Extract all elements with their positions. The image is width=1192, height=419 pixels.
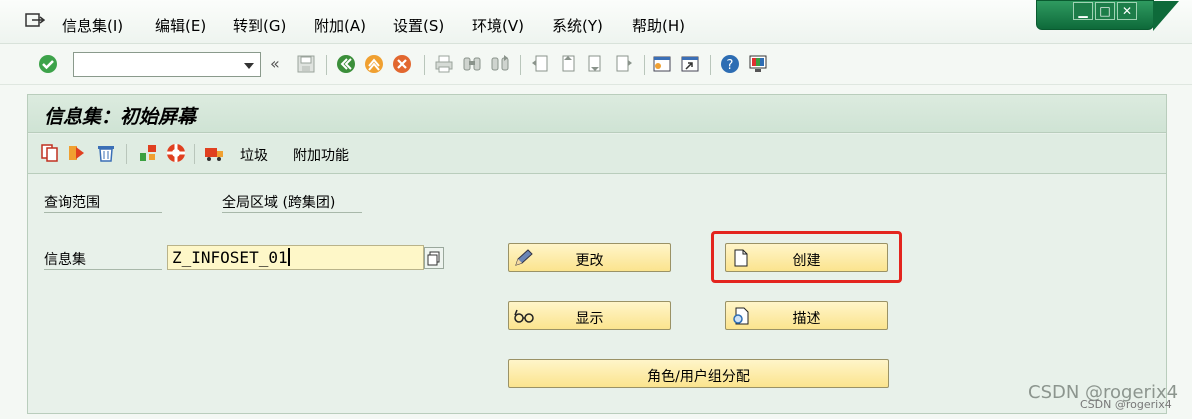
trash-icon[interactable] [96,143,116,163]
shortcut-icon[interactable] [680,54,700,74]
first-page-icon[interactable] [530,54,550,74]
separator [710,55,711,75]
close-icon[interactable]: ✕ [1117,2,1137,20]
text-caret [287,248,290,266]
maximize-icon[interactable]: □ [1095,2,1115,20]
application-toolbar: 垃圾 附加功能 [28,134,1166,174]
separator [644,55,645,75]
infoset-input[interactable]: Z_INFOSET_01 [167,245,424,270]
change-button[interactable]: 更改 [508,243,671,272]
minimize-icon[interactable]: ▁ [1073,2,1093,20]
menu-environment[interactable]: 环境(V) [472,15,524,36]
cancel-icon[interactable] [392,54,412,74]
command-field[interactable] [73,52,261,77]
extras-button[interactable]: 附加功能 [293,145,349,165]
structure-icon[interactable] [138,143,158,163]
infoset-label: 信息集 [44,252,86,268]
menu-settings[interactable]: 设置(S) [393,15,444,36]
save-icon[interactable] [296,54,316,74]
enter-icon[interactable] [38,54,58,74]
transport-icon[interactable] [204,143,224,163]
divider [44,212,162,213]
copy-icon[interactable] [40,143,60,163]
exit-icon[interactable] [364,54,384,74]
value-help-button[interactable] [424,247,444,269]
print-icon[interactable] [434,54,454,74]
highlight-box [711,231,902,283]
new-session-icon[interactable] [652,54,672,74]
separator [194,144,195,164]
chevron-down-icon[interactable] [244,63,254,69]
divider [44,269,162,270]
describe-button[interactable]: 描述 [725,301,888,330]
prev-page-icon[interactable] [558,54,578,74]
menu-goto[interactable]: 转到(G) [233,15,286,36]
lifebuoy-icon[interactable] [166,143,186,163]
query-area-value: 全局区域 (跨集团) [222,195,336,211]
collapse-icon[interactable]: « [270,54,280,73]
role-assign-label: 角色/用户组分配 [647,369,750,385]
svg-text:?: ? [727,58,734,73]
menu-system[interactable]: 系统(Y) [552,15,603,36]
page-title: 信息集：初始屏幕 [44,106,197,128]
system-menu-icon[interactable] [25,12,45,30]
separator [520,55,521,75]
title-bar: 信息集：初始屏幕 [28,95,1166,133]
infoset-value: Z_INFOSET_01 [172,248,288,267]
next-page-icon[interactable] [586,54,606,74]
find-icon[interactable] [462,54,482,74]
display-label: 显示 [575,311,604,327]
role-assign-button[interactable]: 角色/用户组分配 [508,359,889,388]
last-page-icon[interactable] [614,54,634,74]
change-label: 更改 [575,253,604,269]
divider [222,212,362,213]
query-area-label: 查询范围 [44,195,100,211]
watermark-small: CSDN @rogerix4 [1080,398,1172,411]
rename-icon[interactable] [68,143,88,163]
value-help-icon [427,251,440,266]
menu-infoset[interactable]: 信息集(I) [62,15,123,36]
menu-extras[interactable]: 附加(A) [314,15,366,36]
back-green-icon[interactable] [336,54,356,74]
main-panel: 信息集：初始屏幕 垃圾 附加功能 查询范围 全局区域 (跨集团) 信息集 Z_I… [27,94,1167,414]
separator [424,55,425,75]
help-icon[interactable]: ? [720,54,740,74]
menu-edit[interactable]: 编辑(E) [155,15,206,36]
menu-help[interactable]: 帮助(H) [632,15,685,36]
window-controls: ▁ □ ✕ [1036,0,1179,31]
separator [126,144,127,164]
menu-bar: 信息集(I) 编辑(E) 转到(G) 附加(A) 设置(S) 环境(V) 系统(… [0,0,1192,44]
find-next-icon[interactable] [490,54,510,74]
separator [326,55,327,75]
describe-label: 描述 [792,311,821,327]
standard-toolbar: « ? [0,45,1192,85]
layout-icon[interactable] [748,54,768,74]
display-button[interactable]: 显示 [508,301,671,330]
trash-button[interactable]: 垃圾 [240,145,268,165]
